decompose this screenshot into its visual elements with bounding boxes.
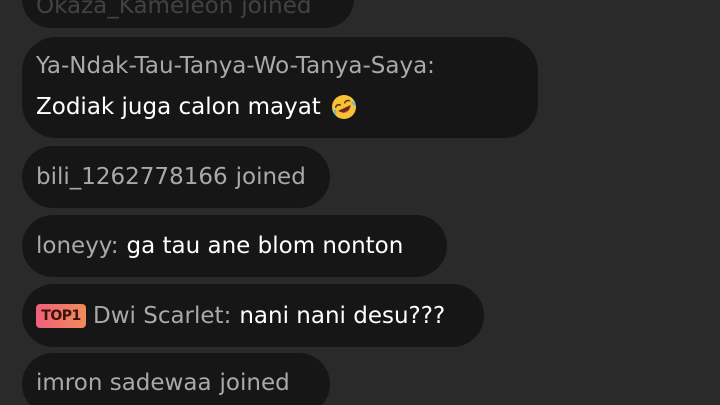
username[interactable]: bili_1262778166 (36, 163, 228, 191)
chat-message: TOP1 Dwi Scarlet: nani nani desu??? (22, 284, 484, 347)
username[interactable]: Okaza_Kameleon (36, 0, 233, 19)
rolling-on-floor-laughing-emoji (331, 95, 356, 119)
username[interactable]: Ya-Ndak-Tau-Tanya-Wo-Tanya-Saya: (36, 52, 516, 80)
message-text: Zodiak juga calon mayat (36, 94, 321, 120)
join-notice: bili_1262778166 joined (22, 146, 330, 208)
join-text: joined (219, 370, 290, 396)
username[interactable]: Dwi Scarlet: (93, 302, 231, 330)
chat-message: loneyy: ga tau ane blom nonton (22, 215, 447, 277)
live-chat-feed: Okaza_Kameleon joined Ya-Ndak-Tau-Tanya-W… (0, 0, 720, 405)
top1-rank-badge: TOP1 (36, 303, 86, 328)
join-notice: imron sadewaa joined (22, 353, 330, 405)
username[interactable]: imron sadewaa (36, 370, 212, 396)
join-text: joined (235, 164, 306, 190)
message-text: nani nani desu??? (239, 302, 446, 329)
join-notice: Okaza_Kameleon joined (22, 0, 354, 28)
join-text: joined (241, 0, 312, 19)
username[interactable]: loneyy: (36, 232, 119, 260)
chat-message: Ya-Ndak-Tau-Tanya-Wo-Tanya-Saya: Zodiak … (22, 37, 538, 138)
message-text: ga tau ane blom nonton (126, 233, 404, 259)
